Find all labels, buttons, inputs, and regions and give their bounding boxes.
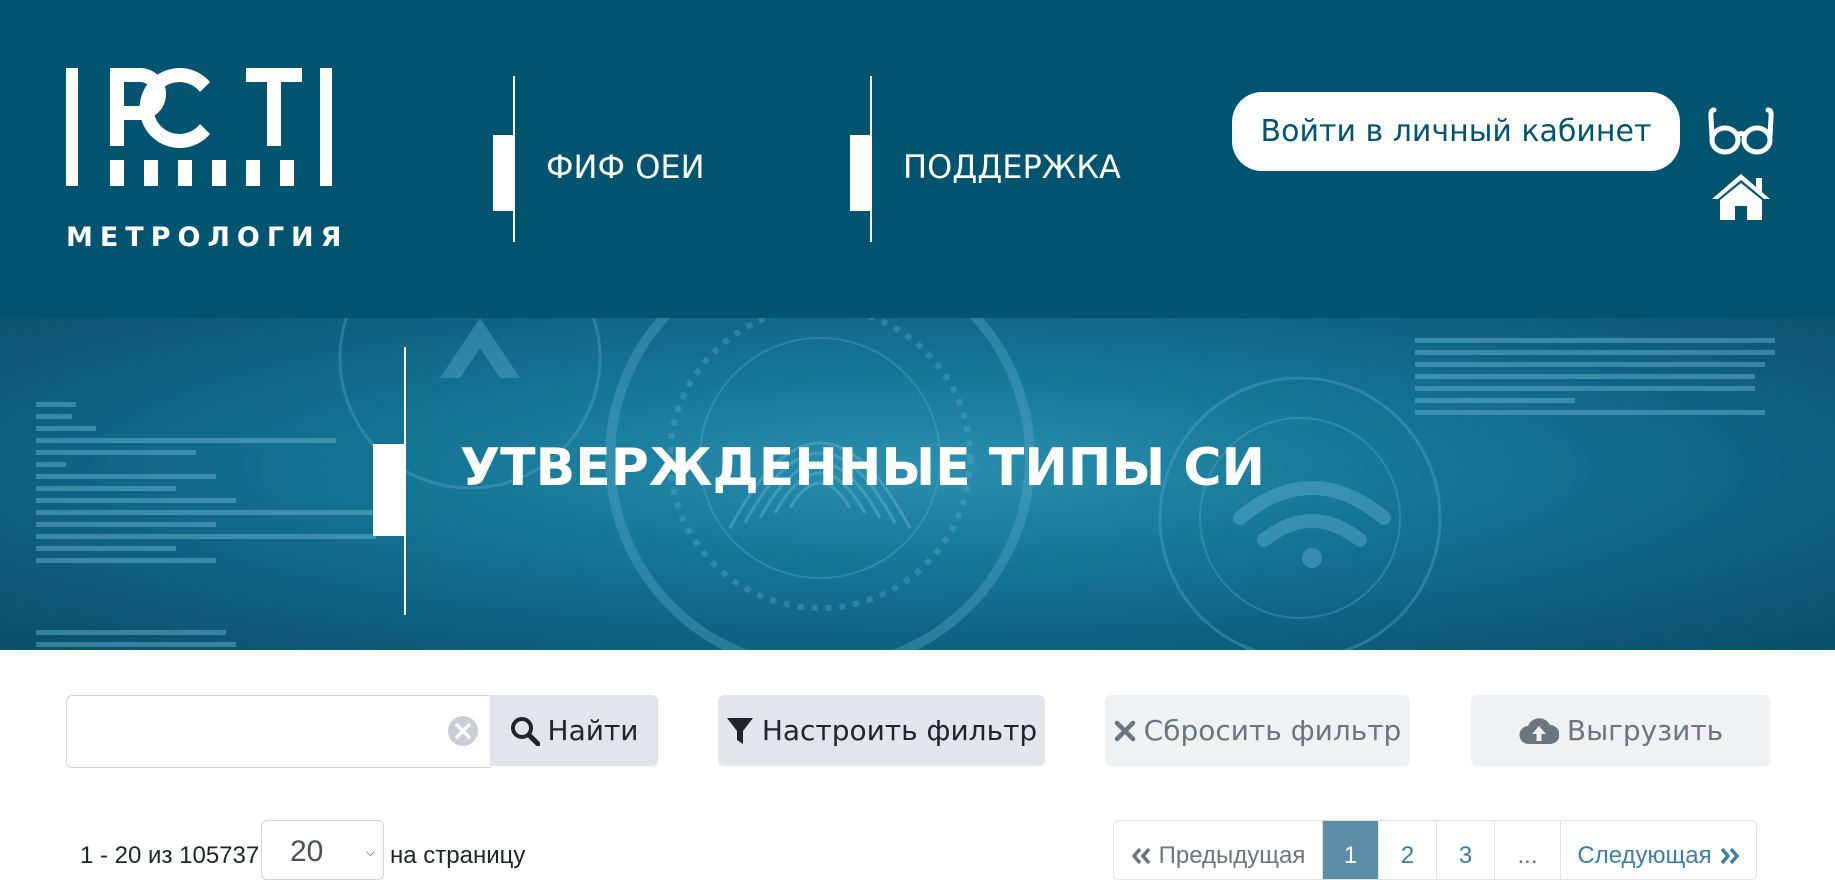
previous-page-button[interactable]: Предыдущая (1114, 821, 1322, 879)
configure-filter-button[interactable]: Настроить фильтр (718, 695, 1045, 766)
nav-label[interactable]: ФИФ ОЕИ (546, 148, 705, 186)
page-1-button[interactable]: 1 (1322, 821, 1378, 879)
search-input[interactable] (67, 696, 437, 765)
double-chevron-right-icon (1720, 847, 1739, 865)
results-range: 1 - 20 из 105737 (80, 842, 260, 869)
find-button-label: Найти (547, 714, 639, 747)
page-2-button[interactable]: 2 (1378, 821, 1436, 879)
pagination-ellipsis: ... (1494, 821, 1560, 879)
find-button[interactable]: Найти (490, 695, 658, 766)
close-icon (1114, 720, 1135, 741)
cloud-upload-icon (1519, 717, 1559, 744)
previous-page-label: Предыдущая (1158, 842, 1306, 869)
login-button[interactable]: Войти в личный кабинет (1232, 92, 1680, 171)
reset-filter-label: Сбросить фильтр (1143, 714, 1402, 747)
nav-marker (850, 135, 872, 211)
per-page-value: 20 (290, 835, 324, 868)
configure-filter-label: Настроить фильтр (761, 714, 1038, 747)
search-icon (510, 716, 540, 746)
logo-text: МЕТРОЛОГИЯ (66, 222, 349, 253)
chevron-down-icon: ⌵ (366, 845, 376, 859)
site-header: МЕТРОЛОГИЯ ФИФ ОЕИ ПОДДЕРЖКА Войти в лич… (0, 0, 1835, 318)
next-page-button[interactable]: Следующая (1560, 821, 1756, 879)
page-3-button[interactable]: 3 (1436, 821, 1494, 879)
export-label: Выгрузить (1566, 714, 1724, 747)
next-page-label: Следующая (1577, 842, 1712, 869)
page-banner: УТВЕРЖДЕННЫЕ ТИПЫ СИ (0, 318, 1835, 650)
page-title: УТВЕРЖДЕННЫЕ ТИПЫ СИ (460, 438, 1266, 498)
clear-search-icon[interactable] (447, 715, 479, 747)
banner-marker (373, 444, 406, 536)
nav-label[interactable]: ПОДДЕРЖКА (903, 148, 1121, 186)
double-chevron-left-icon (1131, 847, 1150, 865)
export-button[interactable]: Выгрузить (1471, 695, 1771, 766)
per-page-label: на страницу (390, 842, 526, 869)
search-box (66, 695, 491, 768)
reset-filter-button[interactable]: Сбросить фильтр (1105, 695, 1410, 766)
filter-icon (726, 717, 753, 744)
home-icon[interactable] (1710, 172, 1772, 222)
per-page-select[interactable]: 20 ⌵ (261, 820, 384, 880)
pagination: Предыдущая 1 2 3 ... Следующая (1113, 820, 1757, 880)
glasses-icon[interactable] (1708, 106, 1774, 156)
nav-marker (493, 135, 515, 211)
